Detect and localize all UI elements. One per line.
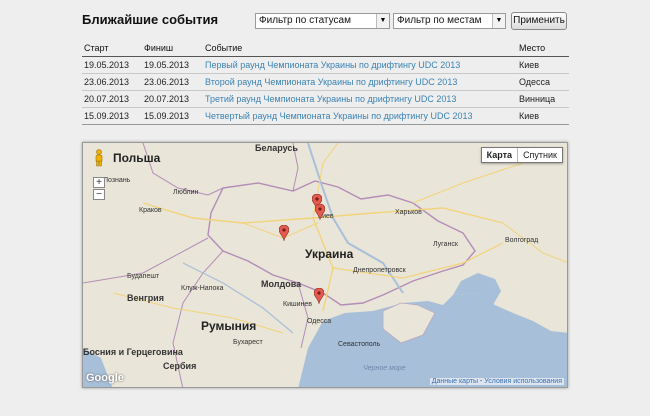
zoom-out-button[interactable]: − [93,189,105,200]
label-ukraine: Украина [305,247,354,261]
label-bucharest: Бухарест [233,339,263,346]
map-attribution: Данные карты - Условия использования [429,378,564,385]
label-krakow: Краков [139,207,162,214]
google-logo: Google [86,372,124,384]
label-kluj: Клуж-Напока [181,285,224,292]
start-cell: 15.09.2013 [82,107,142,125]
zoom-in-button[interactable]: + [93,177,105,188]
label-romania: Румыния [201,319,257,333]
finish-cell: 19.05.2013 [142,56,203,74]
column-header-start: Старт [82,41,142,57]
start-cell: 23.06.2013 [82,73,142,91]
table-row: 23.06.2013 23.06.2013 Второй раунд Чемпи… [82,73,569,91]
map-data-link[interactable]: Данные карты [432,378,478,385]
label-belarus: Беларусь [255,143,298,153]
place-cell: Киев [517,107,569,125]
label-serbia: Сербия [163,361,197,371]
event-link[interactable]: Второй раунд Чемпионата Украины по дрифт… [203,73,517,91]
map-type-map-button[interactable]: Карта [482,148,519,162]
pegman-icon[interactable] [93,149,105,167]
event-link[interactable]: Первый раунд Чемпионата Украины по дрифт… [203,56,517,74]
finish-cell: 15.09.2013 [142,107,203,125]
label-hungary: Венгрия [127,293,164,303]
event-link[interactable]: Четвертый раунд Чемпионата Украины по др… [203,107,517,125]
label-luhansk: Луганск [433,241,458,248]
label-bosnia: Босния и Герцеговина [83,347,183,357]
page-title: Ближайшие события [82,12,219,27]
table-row: 20.07.2013 20.07.2013 Третий раунд Чемпи… [82,90,569,108]
map-marker-vinnitsa-icon[interactable] [279,225,289,241]
label-kishinev: Кишинев [283,301,312,308]
chevron-down-icon: ▼ [492,14,505,28]
column-header-place: Место [517,41,569,57]
label-odessa: Одесса [307,318,332,325]
finish-cell: 23.06.2013 [142,73,203,91]
map-marker-odessa-icon[interactable] [314,288,324,304]
label-lublin: Люблин [173,189,199,196]
label-dnepropetrovsk: Днепропетровск [353,267,406,274]
label-volgograd: Волгоград [505,237,539,244]
label-budapest: Будапешт [127,273,160,280]
apply-button[interactable]: Применить [511,12,567,30]
status-filter-value: Фильтр по статусам [259,15,351,26]
place-cell: Одесса [517,73,569,91]
finish-cell: 20.07.2013 [142,90,203,108]
map-type-satellite-button[interactable]: Спутник [518,148,562,162]
status-filter-select[interactable]: Фильтр по статусам ▼ [255,13,390,29]
label-moldova: Молдова [261,279,302,289]
place-filter-value: Фильтр по местам [397,15,482,26]
place-filter-select[interactable]: Фильтр по местам ▼ [393,13,506,29]
label-kharkov: Харьков [395,209,422,216]
chevron-down-icon: ▼ [376,14,389,28]
label-poland: Польша [113,151,161,165]
events-map[interactable]: Польша Беларусь Украина Румыния Венгрия … [82,142,568,388]
map-marker-kiev-icon[interactable] [315,204,325,220]
start-cell: 19.05.2013 [82,56,142,74]
table-header-row: Старт Финиш Событие Место [82,41,569,57]
place-cell: Киев [517,56,569,74]
column-header-finish: Финиш [142,41,203,57]
map-type-control: Карта Спутник [480,147,563,163]
label-poznan: Познань [103,177,131,184]
terms-link[interactable]: Условия использования [484,378,562,385]
table-row: 19.05.2013 19.05.2013 Первый раунд Чемпи… [82,56,569,74]
label-sevastopol: Севастополь [338,341,381,348]
column-header-event: Событие [203,41,517,57]
place-cell: Винница [517,90,569,108]
event-link[interactable]: Третий раунд Чемпионата Украины по дрифт… [203,90,517,108]
start-cell: 20.07.2013 [82,90,142,108]
table-row: 15.09.2013 15.09.2013 Четвертый раунд Че… [82,107,569,125]
events-table: Старт Финиш Событие Место 19.05.2013 19.… [82,41,569,125]
label-black-sea: Черное море [363,365,406,372]
